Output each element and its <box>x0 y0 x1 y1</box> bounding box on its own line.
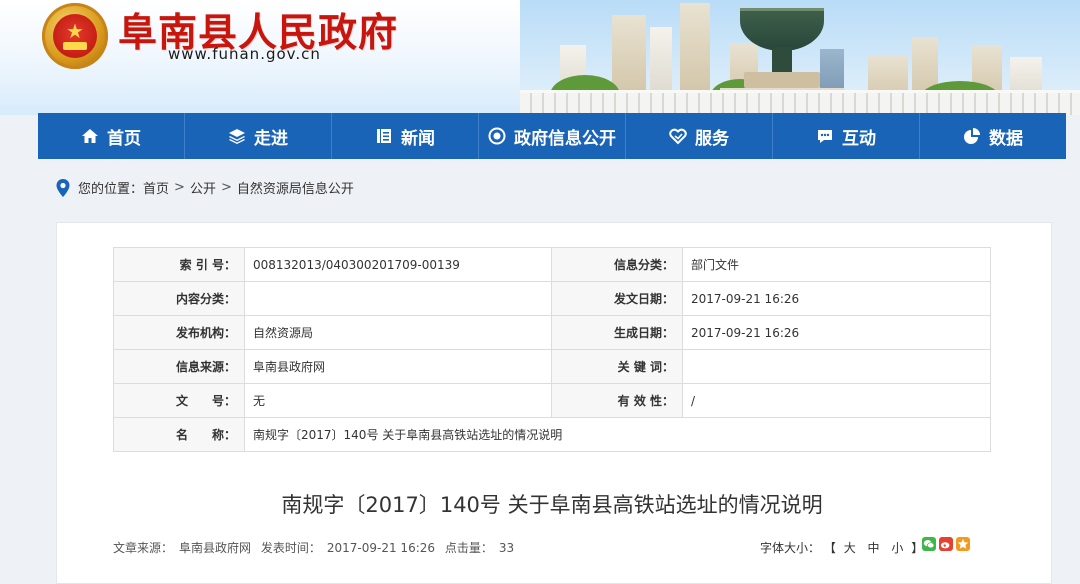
breadcrumb-home-link[interactable]: 首页 <box>143 178 169 197</box>
doc-no-label: 文 号： <box>113 383 245 418</box>
content-class-value <box>244 281 552 316</box>
doc-no-value: 无 <box>244 383 552 418</box>
clicks-value: 33 <box>498 541 515 555</box>
nav-item-service[interactable]: 服务 <box>626 113 773 159</box>
home-icon <box>81 127 99 145</box>
table-row: 文 号： 无 有 效 性： / <box>113 383 991 418</box>
font-size-label: 字体大小： <box>760 541 821 555</box>
table-row: 信息来源： 阜南县政府网 关 键 词： <box>113 349 991 384</box>
site-url: www.funan.gov.cn <box>168 45 321 63</box>
font-size-control: 字体大小： 【 大 中 小 】 <box>760 539 923 556</box>
breadcrumb-separator: > <box>174 180 185 195</box>
nav-item-gov-info[interactable]: 政府信息公开 <box>479 113 626 159</box>
validity-label: 有 效 性： <box>551 383 683 418</box>
share-buttons <box>922 537 970 551</box>
category-value: 部门文件 <box>682 247 991 282</box>
breadcrumb-public-link[interactable]: 公开 <box>190 178 216 197</box>
keywords-label: 关 键 词： <box>551 349 683 384</box>
nav-item-label: 数据 <box>989 128 1023 149</box>
generate-date-value: 2017-09-21 16:26 <box>682 315 991 350</box>
generate-date-label: 生成日期： <box>551 315 683 350</box>
stone-railing <box>520 90 1080 115</box>
name-label: 名 称： <box>113 417 245 452</box>
nav-item-label: 政府信息公开 <box>514 128 616 149</box>
nav-item-label: 首页 <box>107 128 141 149</box>
issue-date-label: 发文日期： <box>551 281 683 316</box>
location-pin-icon <box>56 178 70 197</box>
font-size-small-button[interactable]: 小 <box>891 541 903 555</box>
article-info-bar: 文章来源： 阜南县政府网 发表时间： 2017-09-21 16:26 点击量： 33 <box>113 539 520 556</box>
pie-chart-icon <box>963 127 981 145</box>
nav-item-label: 互动 <box>842 128 876 149</box>
breadcrumb-prefix: 您的位置： <box>78 182 144 197</box>
nav-item-label: 走进 <box>254 128 288 149</box>
news-icon <box>375 127 393 145</box>
metadata-table: 索 引 号： 008132013/040300201709-00139 信息分类… <box>113 247 991 452</box>
publisher-value: 自然资源局 <box>244 315 552 350</box>
nav-item-home[interactable]: 首页 <box>38 113 185 159</box>
issue-date-value: 2017-09-21 16:26 <box>682 281 991 316</box>
content-class-label: 内容分类： <box>113 281 245 316</box>
publish-time-label: 发表时间： <box>260 541 321 555</box>
nav-item-label: 服务 <box>695 128 729 149</box>
main-nav: 首页 走进 新闻 政府信息公开 服务 互动 数据 <box>38 113 1066 159</box>
layers-icon <box>228 127 246 145</box>
source-label: 文章来源： <box>113 541 174 555</box>
clicks-label: 点击量： <box>444 541 493 555</box>
nav-item-about[interactable]: 走进 <box>185 113 332 159</box>
table-row: 发布机构： 自然资源局 生成日期： 2017-09-21 16:26 <box>113 315 991 350</box>
publisher-label: 发布机构： <box>113 315 245 350</box>
chat-icon <box>816 127 834 145</box>
index-label: 索 引 号： <box>113 247 245 282</box>
qzone-share-icon[interactable] <box>956 537 970 551</box>
table-row: 内容分类： 发文日期： 2017-09-21 16:26 <box>113 281 991 316</box>
nav-item-news[interactable]: 新闻 <box>332 113 479 159</box>
service-icon <box>669 127 687 145</box>
source-value: 阜南县政府网 <box>179 541 252 555</box>
keywords-value <box>682 349 991 384</box>
font-size-large-button[interactable]: 大 <box>844 541 856 555</box>
nav-item-data[interactable]: 数据 <box>920 113 1066 159</box>
validity-value: / <box>682 383 991 418</box>
publish-time-value: 2017-09-21 16:26 <box>326 541 436 555</box>
index-value: 008132013/040300201709-00139 <box>244 247 552 282</box>
table-row: 索 引 号： 008132013/040300201709-00139 信息分类… <box>113 247 991 282</box>
wechat-share-icon[interactable] <box>922 537 936 551</box>
breadcrumb: 您的位置： 首页 > 公开 > 自然资源局信息公开 <box>56 178 354 197</box>
nav-item-label: 新闻 <box>401 128 435 149</box>
breadcrumb-separator: > <box>220 180 232 195</box>
eye-icon <box>488 127 506 145</box>
nav-item-interaction[interactable]: 互动 <box>773 113 920 159</box>
table-row: 名 称： 南规字〔2017〕140号 关于阜南县高铁站选址的情况说明 <box>113 417 991 452</box>
site-header: ★ 阜南县人民政府 www.funan.gov.cn <box>0 0 1080 115</box>
breadcrumb-current-link[interactable]: 自然资源局信息公开 <box>237 178 354 197</box>
national-emblem-logo: ★ <box>42 3 108 69</box>
source-label: 信息来源： <box>113 349 245 384</box>
source-value: 阜南县政府网 <box>244 349 552 384</box>
bracket-open: 【 <box>823 541 836 555</box>
font-size-medium-button[interactable]: 中 <box>868 541 880 555</box>
category-label: 信息分类： <box>551 247 683 282</box>
article-title: 南规字〔2017〕140号 关于阜南县高铁站选址的情况说明 <box>281 493 823 517</box>
name-value: 南规字〔2017〕140号 关于阜南县高铁站选址的情况说明 <box>244 417 991 452</box>
weibo-share-icon[interactable] <box>939 537 953 551</box>
